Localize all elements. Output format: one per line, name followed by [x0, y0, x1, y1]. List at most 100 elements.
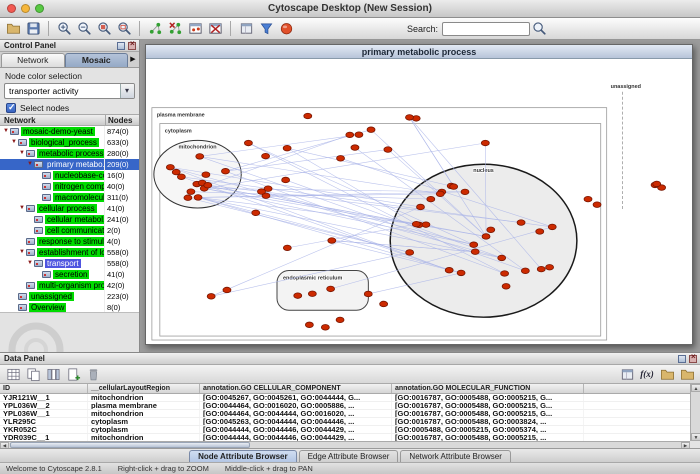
table-cell[interactable]: cytoplasm	[88, 426, 200, 433]
table-cell[interactable]: cytoplasm	[88, 418, 200, 425]
expander-icon[interactable]: ▼	[18, 148, 26, 159]
graph-node[interactable]	[364, 291, 372, 297]
title-bar[interactable]: Cytoscape Desktop (New Session)	[0, 0, 700, 18]
graph-node[interactable]	[166, 164, 174, 170]
graph-node[interactable]	[471, 249, 479, 255]
close-data-panel-icon[interactable]	[689, 355, 697, 363]
tab-node-attribute-browser[interactable]: Node Attribute Browser	[189, 450, 297, 462]
destroy-network-icon[interactable]	[166, 20, 184, 38]
table-row[interactable]: YPL036W__2plasma membrane[GO:0044464, GO…	[0, 402, 690, 410]
graph-node[interactable]	[584, 196, 592, 202]
select-nodes-checkbox[interactable]	[6, 103, 16, 113]
graph-node[interactable]	[244, 140, 252, 146]
graph-node[interactable]	[405, 115, 413, 121]
graph-node[interactable]	[194, 195, 202, 201]
search-options-icon[interactable]	[530, 20, 548, 38]
graph-node[interactable]	[450, 184, 458, 190]
graph-node[interactable]	[184, 195, 192, 201]
tree-item-cellular-metabol[interactable]: cellular metabol...241(0)	[0, 214, 139, 225]
tree-item-cell-communicat[interactable]: cell communicat...2(0)	[0, 225, 139, 236]
table-row[interactable]: YPL036W__1mitochondrion[GO:0044464, GO:0…	[0, 410, 690, 418]
graph-node[interactable]	[436, 191, 444, 197]
graph-node[interactable]	[202, 172, 210, 178]
table-cell[interactable]: [GO:0005488, GO:0005215, GO:0005374, ...	[392, 426, 584, 433]
tree-item-transport[interactable]: ▼transport558(0)	[0, 258, 139, 269]
import-attributes-icon[interactable]	[658, 365, 676, 383]
scroll-down-icon[interactable]	[691, 433, 700, 441]
table-row[interactable]: YLR295Ccytoplasm[GO:0045263, GO:0044444,…	[0, 418, 690, 426]
open-session-icon[interactable]	[4, 20, 22, 38]
expander-icon[interactable]: ▼	[26, 258, 34, 269]
graph-node[interactable]	[308, 291, 316, 297]
graph-node[interactable]	[336, 317, 344, 323]
graph-node[interactable]	[262, 153, 270, 159]
close-panel-icon[interactable]	[128, 42, 136, 50]
graph-node[interactable]	[337, 156, 345, 162]
tree-header-nodes[interactable]: Nodes	[105, 115, 139, 125]
zoom-in-icon[interactable]	[55, 20, 73, 38]
table-cell[interactable]: mitochondrion	[88, 394, 200, 401]
network-canvas[interactable]: plasma membrane cytoplasm mitochondrion …	[146, 60, 692, 344]
table-cell[interactable]: YKR052C	[0, 426, 88, 433]
table-row[interactable]: YJR121W__1mitochondrion[GO:0045267, GO:0…	[0, 394, 690, 402]
select-nodes-row[interactable]: Select nodes	[0, 101, 139, 114]
expander-icon[interactable]: ▼	[18, 247, 26, 258]
save-session-icon[interactable]	[24, 20, 42, 38]
table-cell[interactable]: YJR121W__1	[0, 394, 88, 401]
table-cell[interactable]: YLR295C	[0, 418, 88, 425]
graph-node[interactable]	[481, 140, 489, 146]
graph-node[interactable]	[305, 322, 313, 328]
column-header-annotation-go-cellular-component[interactable]: annotation.GO CELLULAR_COMPONENT	[200, 384, 392, 393]
graph-node[interactable]	[412, 221, 420, 227]
table-vertical-scrollbar[interactable]	[690, 384, 700, 441]
graph-node[interactable]	[521, 268, 529, 274]
expander-icon[interactable]: ▼	[18, 203, 26, 214]
tree-item-nucleobase-co[interactable]: nucleobase-co...16(0)	[0, 170, 139, 181]
tree-item-biological-process[interactable]: ▼biological_process633(0)	[0, 137, 139, 148]
graph-node[interactable]	[207, 294, 215, 300]
graph-node[interactable]	[346, 132, 354, 138]
table-cell[interactable]: [GO:0016787, GO:0005488, GO:0005215, G..…	[392, 410, 584, 417]
expander-icon[interactable]: ▼	[2, 126, 10, 137]
table-cell[interactable]: [GO:0045267, GO:0045261, GO:0044444, G..…	[200, 394, 392, 401]
graph-node[interactable]	[367, 127, 375, 133]
table-cell[interactable]: [GO:0044464, GO:0016020, GO:0005886, ...	[200, 402, 392, 409]
manage-panels-icon[interactable]	[237, 20, 255, 38]
graph-node[interactable]	[282, 177, 290, 183]
graph-node[interactable]	[304, 113, 312, 119]
tree-item-response-to-stimul[interactable]: response to stimul...4(0)	[0, 236, 139, 247]
graph-node[interactable]	[283, 245, 291, 251]
graph-node[interactable]	[546, 264, 554, 270]
destroy-view-icon[interactable]	[206, 20, 224, 38]
table-cell[interactable]: [GO:0016787, GO:0005488, GO:0005215, G..…	[392, 402, 584, 409]
table-cell[interactable]: YPL036W__1	[0, 410, 88, 417]
graph-node[interactable]	[457, 270, 465, 276]
table-cell[interactable]: [GO:0044444, GO:0044446, GO:0044429, ...	[200, 434, 392, 441]
delete-attribute-icon[interactable]	[84, 365, 102, 383]
tree-item-macromolecule[interactable]: macromolecule...311(0)	[0, 192, 139, 203]
table-row[interactable]: YKR052Ccytoplasm[GO:0044444, GO:0044446,…	[0, 426, 690, 434]
network-view-titlebar[interactable]: primary metabolic process	[146, 45, 692, 59]
graph-node[interactable]	[204, 182, 212, 188]
graph-node[interactable]	[445, 267, 453, 273]
column-header-cellularlayoutregion[interactable]: __cellularLayoutRegion	[88, 384, 200, 393]
graph-node[interactable]	[536, 229, 544, 235]
table-cell[interactable]: mitochondrion	[88, 410, 200, 417]
tree-item-secretion[interactable]: secretion41(0)	[0, 269, 139, 280]
tree-item-nitrogen-compo[interactable]: nitrogen compo...40(0)	[0, 181, 139, 192]
table-horizontal-scrollbar[interactable]	[0, 441, 690, 448]
graph-node[interactable]	[187, 189, 195, 195]
graph-node[interactable]	[380, 301, 388, 307]
expander-icon[interactable]: ▼	[26, 159, 34, 170]
table-cell[interactable]: mitochondrion	[88, 434, 200, 441]
tab-mosaic[interactable]: Mosaic	[65, 53, 129, 67]
table-options-icon[interactable]	[618, 365, 636, 383]
graph-node[interactable]	[548, 224, 556, 230]
graph-node[interactable]	[427, 196, 435, 202]
graph-node[interactable]	[384, 147, 392, 153]
graph-node[interactable]	[517, 220, 525, 226]
table-cell[interactable]: [GO:0016787, GO:0005488, GO:0003824, ...	[392, 418, 584, 425]
create-network-icon[interactable]	[146, 20, 164, 38]
graph-node[interactable]	[328, 238, 336, 244]
tree-item-cellular-process[interactable]: ▼cellular process41(0)	[0, 203, 139, 214]
